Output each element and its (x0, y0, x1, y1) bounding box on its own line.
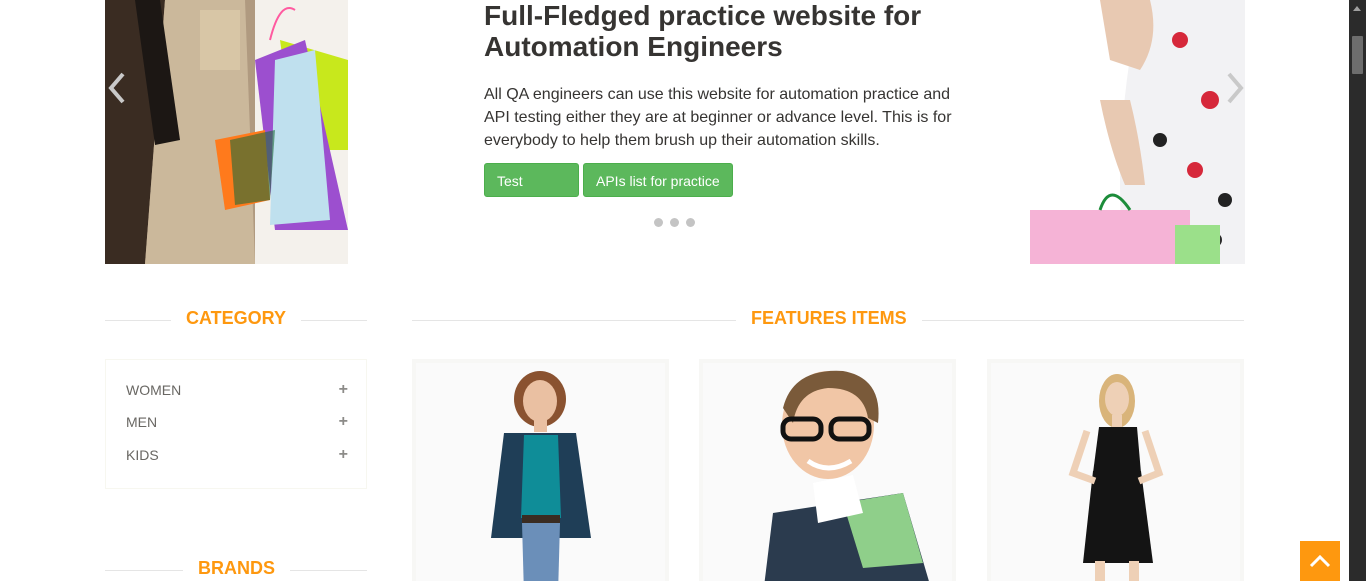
vertical-scrollbar[interactable] (1349, 0, 1366, 581)
category-label: KIDS (126, 447, 159, 463)
scrollbar-thumb[interactable] (1352, 36, 1363, 74)
features-items-title: FEATURES ITEMS (736, 308, 922, 329)
brands-title: BRANDS (183, 558, 291, 579)
category-title: CATEGORY (171, 308, 302, 329)
category-panel: WOMEN + MEN + KIDS + (105, 359, 367, 489)
slider-indicators (654, 218, 695, 227)
product-image (764, 370, 929, 581)
category-item-women[interactable]: WOMEN + (126, 381, 348, 399)
apis-list-button[interactable]: APIs list for practice (583, 163, 733, 197)
category-item-men[interactable]: MEN + (126, 413, 348, 431)
slider-next-arrow[interactable] (1223, 68, 1245, 108)
category-label: WOMEN (126, 382, 182, 398)
chevron-up-icon (1309, 554, 1331, 568)
plus-icon[interactable]: + (339, 381, 348, 399)
slider-indicator-2[interactable] (670, 218, 679, 227)
scroll-to-top-button[interactable] (1300, 541, 1340, 581)
home-page: Full-Fledged practice website for Automa… (0, 0, 1349, 581)
chevron-right-icon (1227, 72, 1244, 104)
product-card (987, 359, 1244, 581)
slide-description: All QA engineers can use this website fo… (484, 86, 952, 149)
product-image (1068, 374, 1164, 581)
slide-heading: Full-Fledged practice website for Automa… (484, 0, 922, 62)
test-cases-button[interactable]: Test Cases (484, 163, 579, 223)
plus-icon[interactable]: + (339, 446, 348, 464)
category-label: MEN (126, 414, 158, 430)
plus-icon[interactable]: + (339, 413, 348, 431)
product-card (412, 359, 669, 581)
scroll-up-arrow-icon[interactable] (1353, 6, 1361, 11)
chevron-left-icon (108, 72, 125, 104)
slide-image-shopping-woman (105, 0, 348, 264)
slider-indicator-3[interactable] (686, 218, 695, 227)
slide-image-girl-with-bag (1030, 0, 1245, 264)
product-image (491, 371, 591, 581)
product-card (699, 359, 956, 581)
slider-prev-arrow[interactable] (105, 68, 129, 108)
slider-indicator-1[interactable] (654, 218, 663, 227)
hero-slider: Full-Fledged practice website for Automa… (105, 0, 1245, 264)
category-item-kids[interactable]: KIDS + (126, 446, 348, 464)
